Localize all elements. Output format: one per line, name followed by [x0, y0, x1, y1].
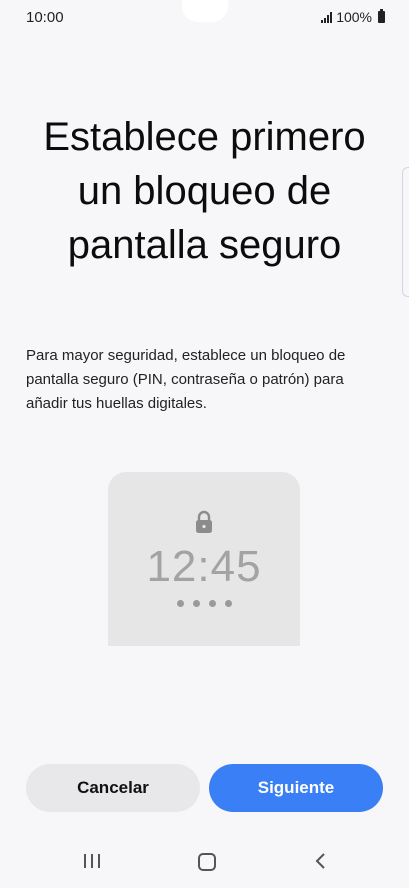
status-time: 10:00 — [26, 9, 64, 26]
page-description: Para mayor seguridad, establece un bloqu… — [26, 347, 346, 412]
edge-panel-handle[interactable] — [402, 167, 409, 297]
battery-percent: 100% — [336, 9, 372, 25]
pin-dots — [108, 600, 300, 607]
pin-dot — [192, 600, 200, 607]
back-icon[interactable] — [312, 852, 330, 870]
recent-apps-icon[interactable] — [84, 854, 100, 868]
navigation-bar — [0, 836, 409, 888]
camera-notch — [181, 0, 228, 22]
next-button[interactable]: Siguiente — [209, 764, 383, 812]
lock-icon — [196, 510, 212, 533]
pin-dot — [176, 600, 184, 607]
pin-dot — [208, 600, 216, 607]
status-indicators: 100% — [321, 9, 385, 25]
page-title: Establece primero un bloqueo de pantalla… — [43, 115, 366, 267]
status-bar: 10:00 100% — [0, 0, 409, 34]
home-icon[interactable] — [198, 853, 216, 871]
lock-screen-illustration: 12:45 — [108, 472, 300, 646]
lock-screen-time: 12:45 — [146, 542, 262, 591]
signal-icon — [321, 11, 333, 23]
battery-icon — [378, 9, 385, 23]
cancel-button[interactable]: Cancelar — [26, 764, 200, 812]
pin-dot — [224, 600, 232, 607]
